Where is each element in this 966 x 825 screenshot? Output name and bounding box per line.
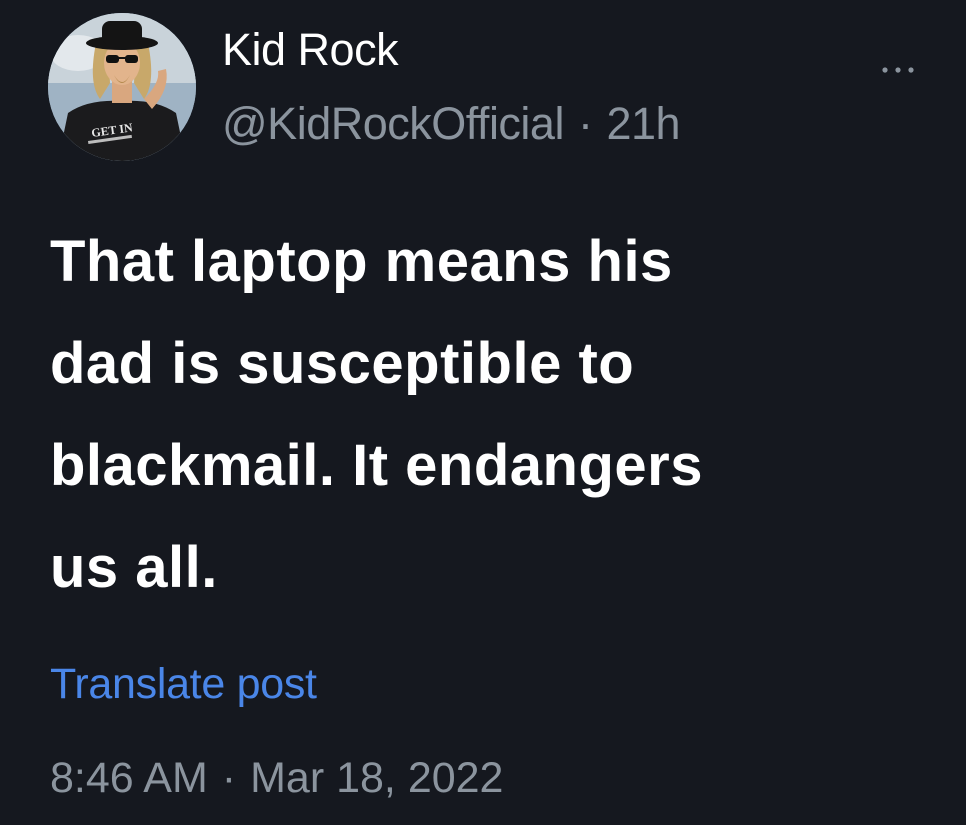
author-avatar[interactable]: GET IN xyxy=(48,13,196,161)
timestamp-separator: · xyxy=(221,754,237,802)
post-text-line: blackmail. It endangers xyxy=(50,433,703,498)
post-timestamp: 8:46 AM · Mar 18, 2022 xyxy=(50,752,503,804)
post-card: GET IN Kid Rock @KidRockOfficial · 21h Tha… xyxy=(0,0,966,825)
author-meta: @KidRockOfficial · 21h xyxy=(222,98,681,150)
relative-time[interactable]: 21h xyxy=(606,98,680,149)
post-text-line: us all. xyxy=(50,535,218,600)
avatar-photo: GET IN xyxy=(48,13,196,161)
meta-separator: · xyxy=(577,98,593,149)
translate-post-link[interactable]: Translate post xyxy=(50,658,317,710)
post-time[interactable]: 8:46 AM xyxy=(50,754,208,802)
post-text: That laptop means his dad is susceptible… xyxy=(50,211,940,619)
post-text-line: That laptop means his xyxy=(50,229,673,294)
author-display-name[interactable]: Kid Rock xyxy=(222,24,399,76)
more-horizontal-icon xyxy=(882,67,914,73)
more-options-button[interactable] xyxy=(868,52,928,88)
author-handle[interactable]: @KidRockOfficial xyxy=(222,98,564,149)
post-text-line: dad is susceptible to xyxy=(50,331,635,396)
post-date[interactable]: Mar 18, 2022 xyxy=(250,754,503,802)
